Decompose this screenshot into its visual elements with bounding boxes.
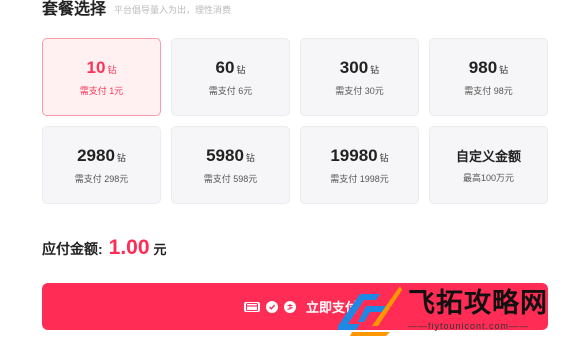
package-amount: 300 bbox=[339, 57, 369, 77]
package-unit: 钻 bbox=[499, 64, 509, 75]
total-value: 1.00 bbox=[108, 236, 150, 259]
package-card-custom[interactable]: 自定义金额 最高100万元 bbox=[429, 126, 548, 204]
package-amount: 19980 bbox=[330, 145, 378, 165]
package-price: 需支付 598元 bbox=[203, 173, 258, 184]
alipay-icon bbox=[283, 300, 296, 313]
package-unit: 钻 bbox=[245, 152, 255, 163]
credit-card-icon bbox=[243, 301, 260, 312]
package-unit: 钻 bbox=[116, 152, 126, 163]
package-grid: 10 钻 需支付 1元 60 钻 需支付 6元 300 钻 需支付 30元 98… bbox=[42, 38, 548, 204]
total-label: 应付金额: bbox=[42, 241, 103, 257]
package-price: 需支付 1元 bbox=[79, 85, 124, 96]
package-card-2980[interactable]: 2980 钻 需支付 298元 bbox=[42, 126, 161, 204]
package-amount: 60 bbox=[215, 57, 235, 77]
package-unit: 钻 bbox=[370, 64, 380, 75]
package-card-10[interactable]: 10 钻 需支付 1元 bbox=[42, 38, 161, 116]
package-unit: 钻 bbox=[107, 64, 117, 75]
section-title: 套餐选择 bbox=[42, 1, 107, 18]
watermark-logo bbox=[338, 286, 402, 336]
package-unit: 钻 bbox=[379, 152, 389, 163]
package-price: 需支付 6元 bbox=[208, 85, 253, 96]
package-amount: 5980 bbox=[206, 145, 244, 165]
custom-amount-note: 最高100万元 bbox=[462, 172, 515, 183]
watermark: 飞拓攻略网 ——fiytounicont.com—— bbox=[330, 280, 584, 339]
package-card-300[interactable]: 300 钻 需支付 30元 bbox=[300, 38, 419, 116]
package-price: 需支付 1998元 bbox=[330, 173, 389, 184]
package-card-60[interactable]: 60 钻 需支付 6元 bbox=[171, 38, 290, 116]
watermark-url: ——fiytounicont.com—— bbox=[408, 320, 530, 331]
total-amount: 应付金额: 1.00 元 bbox=[42, 236, 167, 266]
package-unit: 钻 bbox=[236, 64, 246, 75]
package-price: 需支付 298元 bbox=[74, 173, 129, 184]
section-header: 套餐选择 平台倡导量入为出，理性消费 bbox=[42, 0, 231, 20]
package-amount: 980 bbox=[468, 57, 498, 77]
watermark-name: 飞拓攻略网 bbox=[408, 287, 548, 318]
package-card-19980[interactable]: 19980 钻 需支付 1998元 bbox=[300, 126, 419, 204]
total-unit: 元 bbox=[153, 242, 167, 257]
package-card-980[interactable]: 980 钻 需支付 98元 bbox=[429, 38, 548, 116]
package-card-5980[interactable]: 5980 钻 需支付 598元 bbox=[171, 126, 290, 204]
package-amount: 2980 bbox=[77, 145, 115, 165]
section-subtitle: 平台倡导量入为出，理性消费 bbox=[114, 5, 232, 15]
package-price: 需支付 98元 bbox=[464, 85, 513, 96]
wechat-pay-icon bbox=[265, 300, 278, 313]
package-price: 需支付 30元 bbox=[335, 85, 384, 96]
package-amount: 10 bbox=[86, 57, 106, 77]
custom-amount-title: 自定义金额 bbox=[455, 148, 521, 164]
